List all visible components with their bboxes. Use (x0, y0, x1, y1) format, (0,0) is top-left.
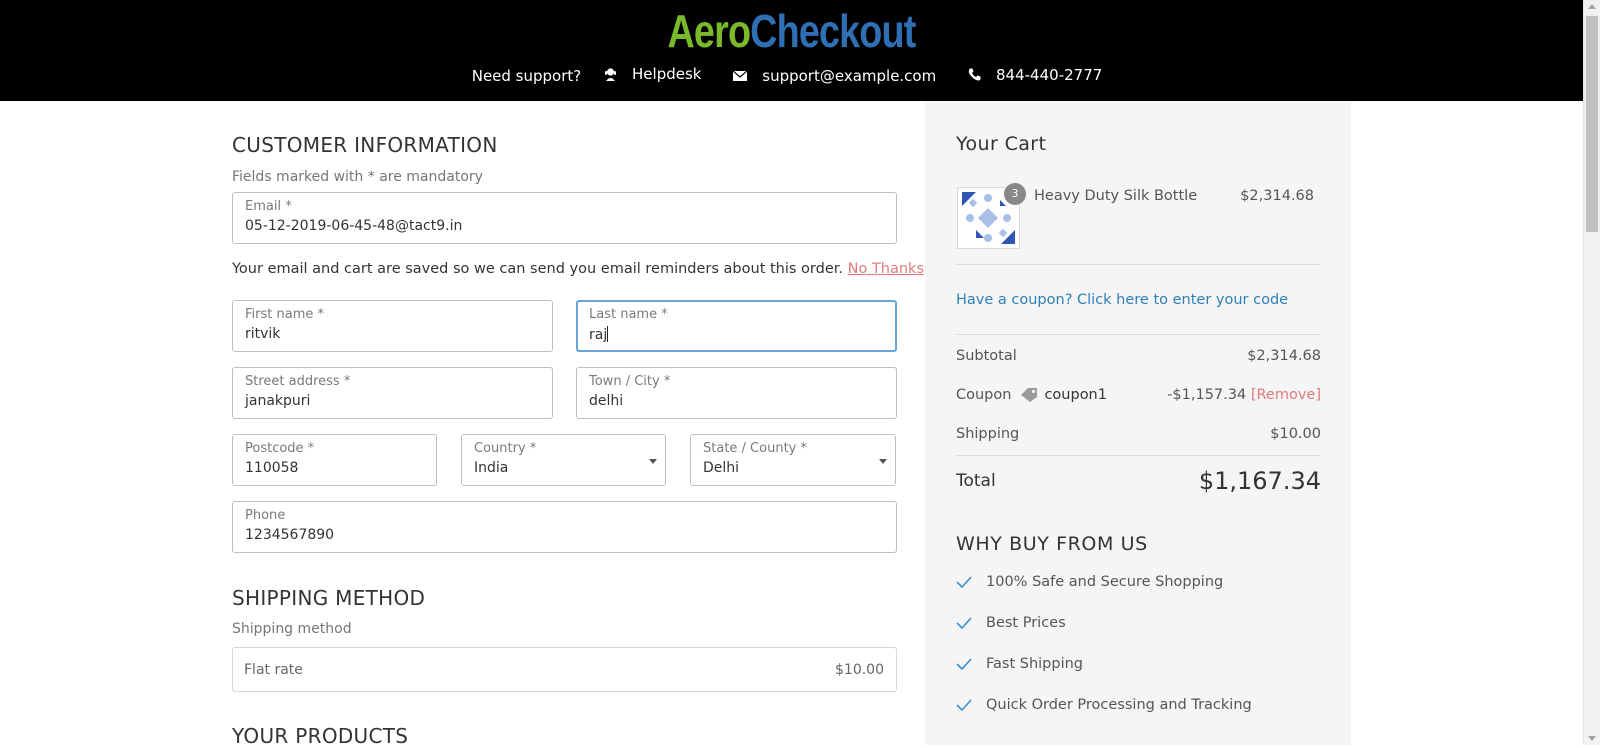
country-value: India (474, 460, 509, 476)
first-name-field[interactable]: First name * ritvik (232, 300, 553, 352)
site-header: AeroCheckout Need support? Helpdesk supp… (0, 0, 1583, 101)
support-phone: 844-440-2777 (996, 65, 1103, 84)
coupon-amount: -$1,157.34 [Remove] (1167, 387, 1321, 403)
email-label: Email * (245, 199, 292, 214)
mandatory-note: Fields marked with * are mandatory (232, 169, 483, 185)
why-item: Quick Order Processing and Tracking (956, 697, 1252, 713)
scroll-thumb[interactable] (1586, 16, 1598, 232)
city-label: Town / City * (589, 374, 671, 389)
phone-value: 1234567890 (245, 527, 335, 543)
page-scrollbar[interactable] (1583, 0, 1600, 745)
shipping-method-title: SHIPPING METHOD (232, 586, 426, 610)
state-label: State / County * (703, 441, 807, 456)
subtotal-value: $2,314.68 (1247, 348, 1321, 364)
total-value: $1,167.34 (1198, 467, 1321, 495)
why-item: Best Prices (956, 615, 1066, 631)
coupon-code: coupon1 (1044, 387, 1107, 403)
helpdesk-link[interactable]: Helpdesk (604, 65, 710, 83)
phone-field[interactable]: Phone 1234567890 (232, 501, 897, 553)
email-field[interactable]: Email * 05-12-2019-06-45-48@tact9.in (232, 192, 897, 244)
phone-label: Phone (245, 508, 286, 523)
last-name-field[interactable]: Last name * raj (576, 300, 897, 352)
coupon-link[interactable]: Have a coupon? Click here to enter your … (956, 292, 1288, 308)
shipping-value: $10.00 (1270, 426, 1321, 442)
support-email-link[interactable]: support@example.com (733, 67, 945, 85)
scroll-down-arrow-icon[interactable] (1588, 736, 1596, 741)
divider (956, 455, 1321, 456)
check-icon (956, 617, 972, 629)
last-name-value: raj (589, 326, 609, 343)
city-field[interactable]: Town / City * delhi (576, 367, 897, 419)
reminder-text: Your email and cart are saved so we can … (232, 261, 843, 277)
email-value: 05-12-2019-06-45-48@tact9.in (245, 218, 463, 234)
your-products-title: YOUR PRODUCTS (232, 724, 409, 748)
email-reminder-note: Your email and cart are saved so we can … (232, 261, 924, 277)
coupon-label: Coupon (956, 387, 1012, 403)
support-email: support@example.com (762, 67, 937, 85)
why-item: Fast Shipping (956, 656, 1083, 672)
tag-icon (1021, 388, 1038, 402)
first-name-value: ritvik (245, 326, 281, 342)
helpdesk-label: Helpdesk (632, 65, 702, 83)
why-item-label: Best Prices (986, 615, 1066, 631)
coupon-row: Coupon coupon1 (956, 387, 1107, 403)
why-item-label: Fast Shipping (986, 656, 1083, 672)
shipping-label: Shipping (956, 426, 1020, 442)
why-item-label: 100% Safe and Secure Shopping (986, 574, 1224, 590)
logo[interactable]: AeroCheckout (142, 4, 1440, 58)
check-icon (956, 699, 972, 711)
country-select[interactable]: Country * India (461, 434, 666, 486)
check-icon (956, 576, 972, 588)
cart-item-price: $2,314.68 (1240, 188, 1314, 204)
headset-icon (605, 68, 617, 81)
city-value: delhi (589, 393, 624, 409)
shipping-option-flat-rate[interactable]: Flat rate $10.00 (232, 647, 897, 692)
street-address-field[interactable]: Street address * janakpuri (232, 367, 553, 419)
cart-title: Your Cart (956, 133, 1047, 155)
state-select[interactable]: State / County * Delhi (690, 434, 896, 486)
first-name-label: First name * (245, 307, 324, 322)
why-item-label: Quick Order Processing and Tracking (986, 697, 1252, 713)
support-phone-link[interactable]: 844-440-2777 (968, 66, 1111, 84)
street-value: janakpuri (245, 393, 311, 409)
shipping-option-label: Flat rate (244, 662, 303, 678)
quantity-badge: 3 (1004, 183, 1026, 205)
coupon-value: -$1,157.34 (1167, 387, 1247, 403)
text-cursor (607, 326, 609, 342)
chevron-down-icon (649, 459, 657, 464)
support-label: Need support? (471, 67, 582, 85)
customer-info-title: CUSTOMER INFORMATION (232, 133, 498, 157)
cart-item-name: Heavy Duty Silk Bottle (1034, 188, 1198, 204)
total-label: Total (956, 471, 996, 491)
postcode-field[interactable]: Postcode * 110058 (232, 434, 437, 486)
envelope-icon (733, 71, 748, 81)
divider (956, 264, 1321, 265)
check-icon (956, 658, 972, 670)
shipping-method-subtitle: Shipping method (232, 621, 352, 637)
why-item: 100% Safe and Secure Shopping (956, 574, 1223, 590)
street-label: Street address * (245, 374, 351, 389)
support-bar: Need support? Helpdesk support@example.c… (0, 65, 1583, 85)
divider (956, 334, 1321, 335)
why-buy-title: WHY BUY FROM US (956, 533, 1148, 555)
postcode-label: Postcode * (245, 441, 315, 456)
state-value: Delhi (703, 460, 740, 476)
subtotal-label: Subtotal (956, 348, 1017, 364)
scroll-up-arrow-icon[interactable] (1588, 4, 1596, 9)
postcode-value: 110058 (245, 460, 299, 476)
chevron-down-icon (879, 459, 887, 464)
shipping-option-price: $10.00 (835, 662, 884, 678)
country-label: Country * (474, 441, 537, 456)
remove-coupon-link[interactable]: [Remove] (1251, 387, 1321, 403)
phone-icon (968, 68, 981, 81)
last-name-label: Last name * (589, 307, 668, 322)
no-thanks-link[interactable]: No Thanks (848, 261, 924, 277)
